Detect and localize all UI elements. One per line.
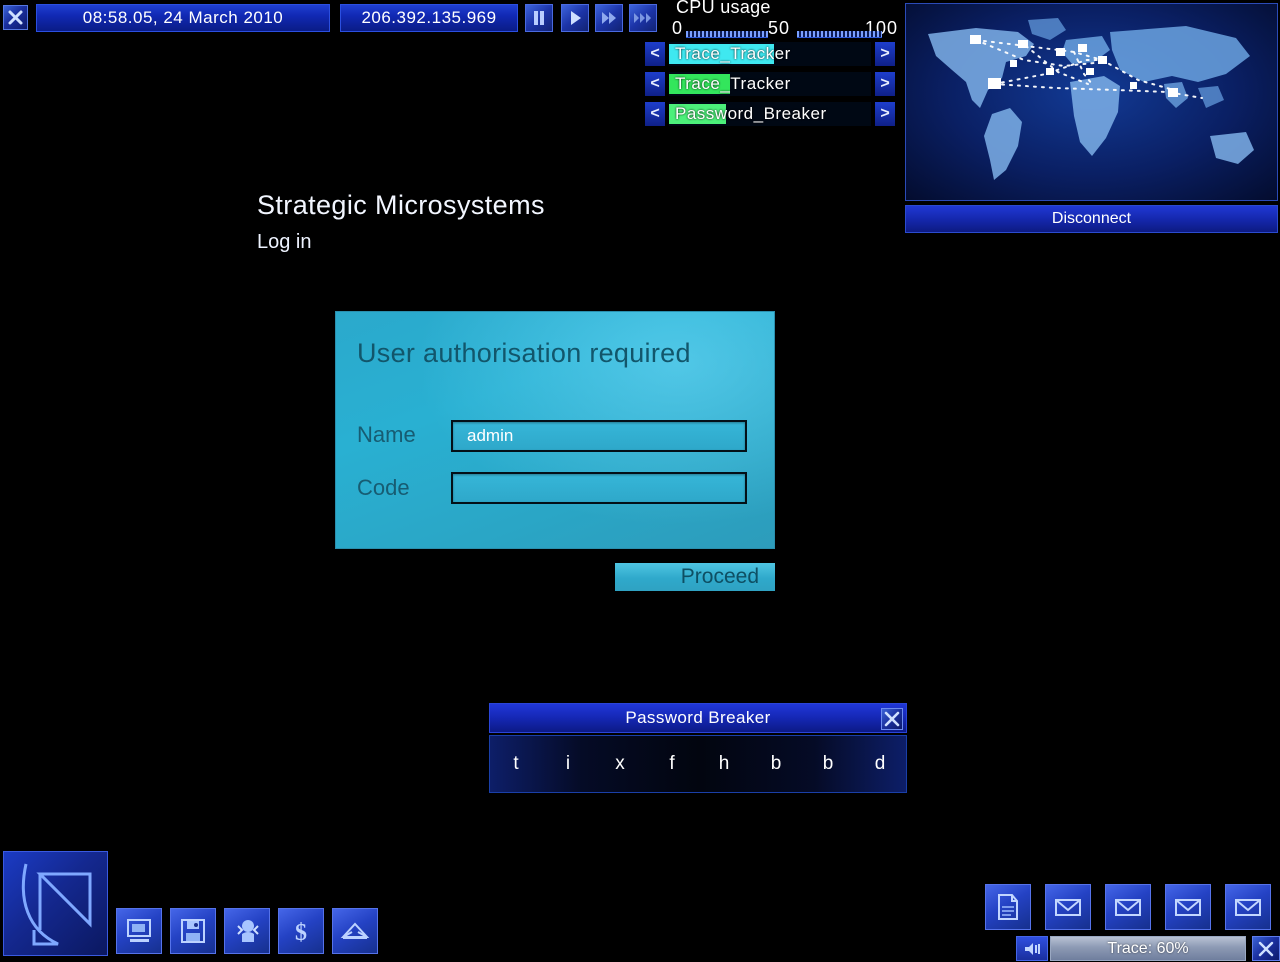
tracker-progress-track: Password_Breaker (669, 102, 871, 126)
cpu-usage-gauge: 0 50 100 (672, 18, 898, 40)
tracker-row[interactable]: < Trace_Tracker > (645, 42, 895, 66)
fast-forward-button[interactable] (595, 4, 623, 32)
disconnect-button[interactable]: Disconnect (905, 205, 1278, 233)
taskbar-item-computer[interactable] (116, 908, 162, 954)
password-breaker-title: Password Breaker (625, 708, 771, 727)
tracker-label: Password_Breaker (675, 104, 827, 123)
clock-text: 08:58.05, 24 March 2010 (82, 8, 284, 27)
close-icon-svg (8, 10, 23, 25)
computer-icon (127, 919, 151, 942)
page-subtitle: Log in (257, 231, 312, 253)
login-dialog: User authorisation required Name admin C… (335, 311, 775, 549)
password-breaker-titlebar[interactable]: Password Breaker (489, 703, 907, 733)
password-letter[interactable]: x (594, 753, 646, 775)
cpu-usage-label: CPU usage (676, 0, 771, 17)
password-letter[interactable]: i (542, 753, 594, 775)
pause-icon (534, 11, 544, 25)
tracker-next-button[interactable]: > (875, 72, 895, 96)
ip-address-panel: 206.392.135.969 (340, 4, 518, 32)
tracker-prev-button[interactable]: < (645, 42, 665, 66)
taskbar-item-agent[interactable] (224, 908, 270, 954)
tracker-label: Trace_Tracker (675, 74, 791, 93)
taskbar-item-mail[interactable] (332, 908, 378, 954)
tracker-row[interactable]: < Password_Breaker > (645, 102, 895, 126)
world-map[interactable] (905, 3, 1278, 201)
taskbar-item-finance[interactable]: $ (278, 908, 324, 954)
play-icon (571, 11, 581, 25)
close-icon (884, 711, 900, 727)
close-icon (4, 6, 27, 29)
code-field-label: Code (357, 475, 410, 500)
world-map-svg (928, 18, 1254, 180)
cpu-scale-mid: 50 (768, 18, 791, 38)
login-heading: User authorisation required (357, 338, 691, 368)
trace-status-text: Trace: 60% (1050, 936, 1246, 961)
ip-address-text: 206.392.135.969 (361, 8, 497, 27)
password-letter[interactable]: t (490, 753, 542, 775)
name-field-label: Name (357, 422, 416, 447)
fastest-forward-button[interactable] (629, 4, 657, 32)
world-map-panel: Disconnect (905, 0, 1280, 233)
tracker-progress-track: Trace_Tracker (669, 72, 871, 96)
speaker-icon (1025, 942, 1040, 955)
password-letter[interactable]: h (698, 753, 750, 775)
mail-envelope-icon (1055, 899, 1081, 916)
proceed-button[interactable]: Proceed (615, 563, 775, 591)
fastest-forward-icon (634, 13, 651, 23)
tracker-label: Trace_Tracker (675, 44, 791, 63)
trace-close-button[interactable] (1252, 936, 1280, 961)
password-breaker-close-button[interactable] (881, 708, 903, 730)
mail-envelope-icon (1175, 899, 1201, 916)
start-menu-button[interactable] (3, 851, 108, 956)
cpu-scale-min: 0 (672, 18, 684, 38)
agent-person-icon (237, 920, 259, 942)
fast-forward-icon (602, 12, 616, 24)
code-input[interactable] (451, 472, 747, 504)
tracker-next-button[interactable]: > (875, 102, 895, 126)
tracker-prev-button[interactable]: < (645, 102, 665, 126)
password-letter[interactable]: d (854, 753, 906, 775)
tray-item-mail[interactable] (1105, 884, 1151, 930)
password-breaker-letters: t i x f h b b d (489, 735, 907, 793)
tracker-row[interactable]: < Trace_Tracker > (645, 72, 895, 96)
tray-item-mail[interactable] (1045, 884, 1091, 930)
close-application-button[interactable] (3, 5, 28, 30)
network-logo-icon (21, 863, 92, 946)
cpu-ticks-right (797, 31, 882, 38)
password-breaker-window: Password Breaker t i x f h b b d (489, 703, 907, 793)
password-letter[interactable]: f (646, 753, 698, 775)
svg-text:$: $ (295, 920, 307, 946)
name-input[interactable]: admin (451, 420, 747, 452)
play-button[interactable] (561, 4, 589, 32)
close-icon (1258, 941, 1274, 956)
system-clock-panel: 08:58.05, 24 March 2010 (36, 4, 330, 32)
mail-envelope-icon (1235, 899, 1261, 916)
document-file-icon (998, 894, 1018, 920)
cpu-ticks-left (686, 31, 768, 38)
volume-speaker-button[interactable] (1016, 936, 1048, 961)
money-dollar-icon: $ (295, 920, 307, 946)
password-letter[interactable]: b (802, 753, 854, 775)
mail-envelope-icon (340, 922, 370, 939)
mail-envelope-icon (1115, 899, 1141, 916)
tray-item-document[interactable] (985, 884, 1031, 930)
pause-button[interactable] (525, 4, 553, 32)
tracker-next-button[interactable]: > (875, 42, 895, 66)
taskbar-item-floppy[interactable] (170, 908, 216, 954)
tracker-prev-button[interactable]: < (645, 72, 665, 96)
floppy-disk-icon (181, 919, 205, 943)
password-letter[interactable]: b (750, 753, 802, 775)
tracker-progress-track: Trace_Tracker (669, 42, 871, 66)
tray-item-mail[interactable] (1165, 884, 1211, 930)
tray-item-mail[interactable] (1225, 884, 1271, 930)
page-title: Strategic Microsystems (257, 190, 545, 220)
trace-status-bar: Trace: 60% (1016, 936, 1280, 961)
